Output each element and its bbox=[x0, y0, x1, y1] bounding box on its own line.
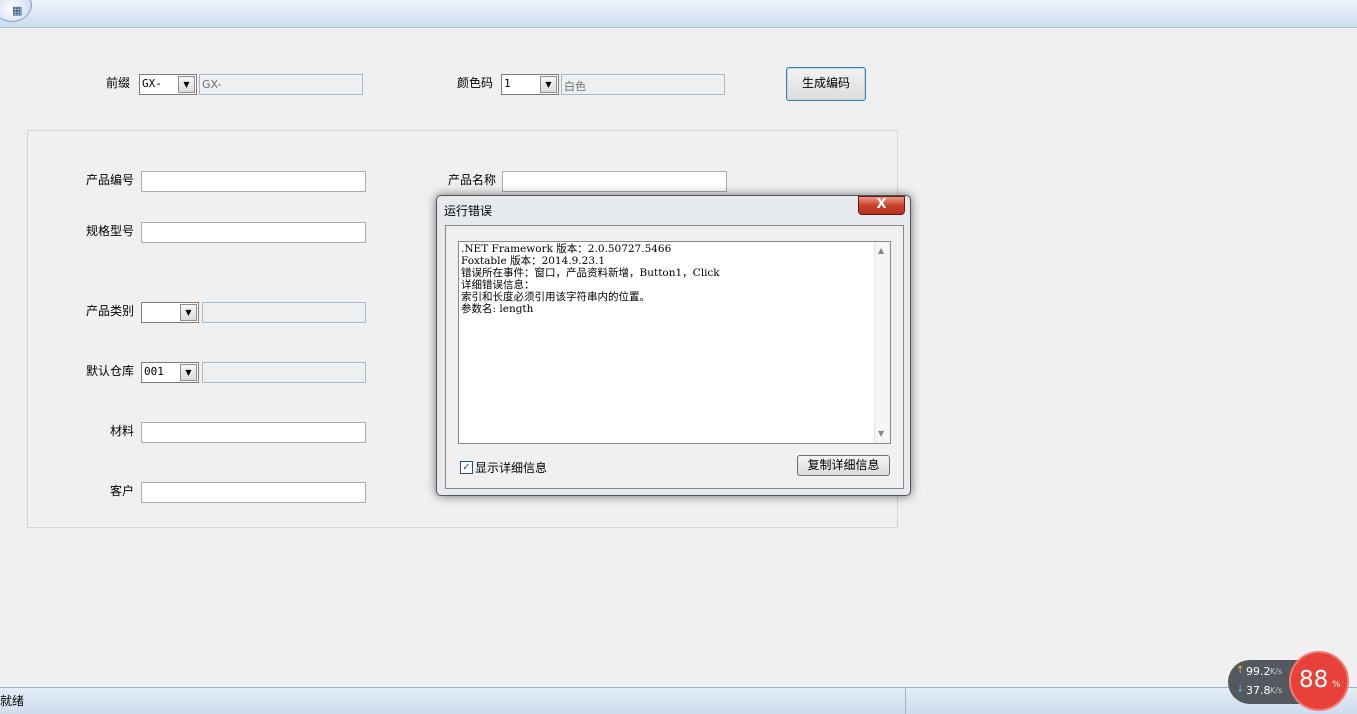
color-code-combo[interactable]: 1 ▼ bbox=[501, 74, 559, 95]
material-label: 材料 bbox=[110, 424, 135, 438]
upload-unit: K/s bbox=[1270, 667, 1283, 676]
show-details-label: 显示详细信息 bbox=[475, 461, 548, 475]
close-icon[interactable]: X bbox=[858, 196, 905, 215]
memory-usage-circle[interactable]: 88 % bbox=[1289, 651, 1349, 711]
category-text-value bbox=[203, 303, 365, 306]
material-input[interactable] bbox=[141, 422, 366, 443]
vertical-scrollbar[interactable]: ▲ ▼ bbox=[874, 242, 890, 443]
prefix-text-value: GX- bbox=[202, 78, 222, 91]
chevron-down-icon[interactable]: ▼ bbox=[180, 304, 197, 321]
dialog-body: .NET Framework 版本：2.0.50727.5466 Foxtabl… bbox=[445, 225, 904, 489]
download-speed: 37.8 bbox=[1246, 684, 1271, 697]
memory-percent-unit: % bbox=[1332, 680, 1341, 690]
scroll-down-icon[interactable]: ▼ bbox=[878, 429, 884, 438]
customer-value bbox=[142, 483, 365, 486]
product-name-label: 产品名称 bbox=[448, 173, 497, 187]
download-arrow-icon: ↓ bbox=[1236, 684, 1245, 695]
spec-value bbox=[142, 223, 365, 226]
color-name-field: 白色 bbox=[561, 74, 725, 95]
download-unit: K/s bbox=[1270, 686, 1283, 695]
prefix-text-field: GX- bbox=[199, 74, 363, 95]
error-details-text: .NET Framework 版本：2.0.50727.5466 Foxtabl… bbox=[461, 243, 720, 315]
scroll-up-icon[interactable]: ▲ bbox=[878, 246, 884, 255]
generate-code-button[interactable]: 生成编码 bbox=[786, 67, 866, 101]
warehouse-combo[interactable]: 001 ▼ bbox=[141, 362, 199, 383]
color-code-label: 颜色码 bbox=[457, 76, 494, 90]
prefix-label: 前缀 bbox=[106, 76, 131, 90]
category-combo[interactable]: ▼ bbox=[141, 302, 199, 323]
product-code-label: 产品编号 bbox=[86, 173, 135, 187]
status-divider bbox=[905, 688, 906, 714]
error-dialog: 运行错误 X .NET Framework 版本：2.0.50727.5466 … bbox=[436, 195, 911, 496]
warehouse-text-value bbox=[203, 363, 365, 366]
app-grid-icon: ▦ bbox=[12, 4, 23, 17]
status-text: 就绪 bbox=[0, 694, 25, 708]
chevron-down-icon[interactable]: ▼ bbox=[178, 76, 195, 93]
category-label: 产品类别 bbox=[86, 304, 135, 318]
upload-speed: 99.2 bbox=[1246, 665, 1271, 678]
prefix-combo[interactable]: GX- ▼ bbox=[139, 74, 197, 95]
customer-input[interactable] bbox=[141, 482, 366, 503]
color-name-value: 白色 bbox=[564, 80, 586, 93]
upload-arrow-icon: ↑ bbox=[1236, 665, 1245, 676]
spec-label: 规格型号 bbox=[86, 224, 135, 238]
status-bar: 就绪 bbox=[0, 687, 1357, 714]
memory-percent: 88 bbox=[1299, 667, 1329, 693]
copy-details-button[interactable]: 复制详细信息 bbox=[797, 455, 890, 476]
window-titlebar bbox=[0, 0, 1357, 28]
error-details-textbox[interactable]: .NET Framework 版本：2.0.50727.5466 Foxtabl… bbox=[458, 241, 891, 444]
show-details-checkbox[interactable]: ✓ bbox=[460, 461, 473, 474]
customer-label: 客户 bbox=[110, 484, 135, 498]
product-name-value bbox=[503, 172, 726, 175]
product-name-input[interactable] bbox=[502, 171, 727, 192]
category-text-field bbox=[202, 302, 366, 323]
dialog-title: 运行错误 bbox=[444, 204, 493, 218]
product-code-value bbox=[142, 172, 365, 175]
spec-input[interactable] bbox=[141, 222, 366, 243]
checkmark-icon: ✓ bbox=[462, 462, 471, 473]
product-code-input[interactable] bbox=[141, 171, 366, 192]
warehouse-label: 默认仓库 bbox=[86, 364, 135, 378]
chevron-down-icon[interactable]: ▼ bbox=[540, 76, 557, 93]
material-value bbox=[142, 423, 365, 426]
warehouse-text-field bbox=[202, 362, 366, 383]
chevron-down-icon[interactable]: ▼ bbox=[180, 364, 197, 381]
